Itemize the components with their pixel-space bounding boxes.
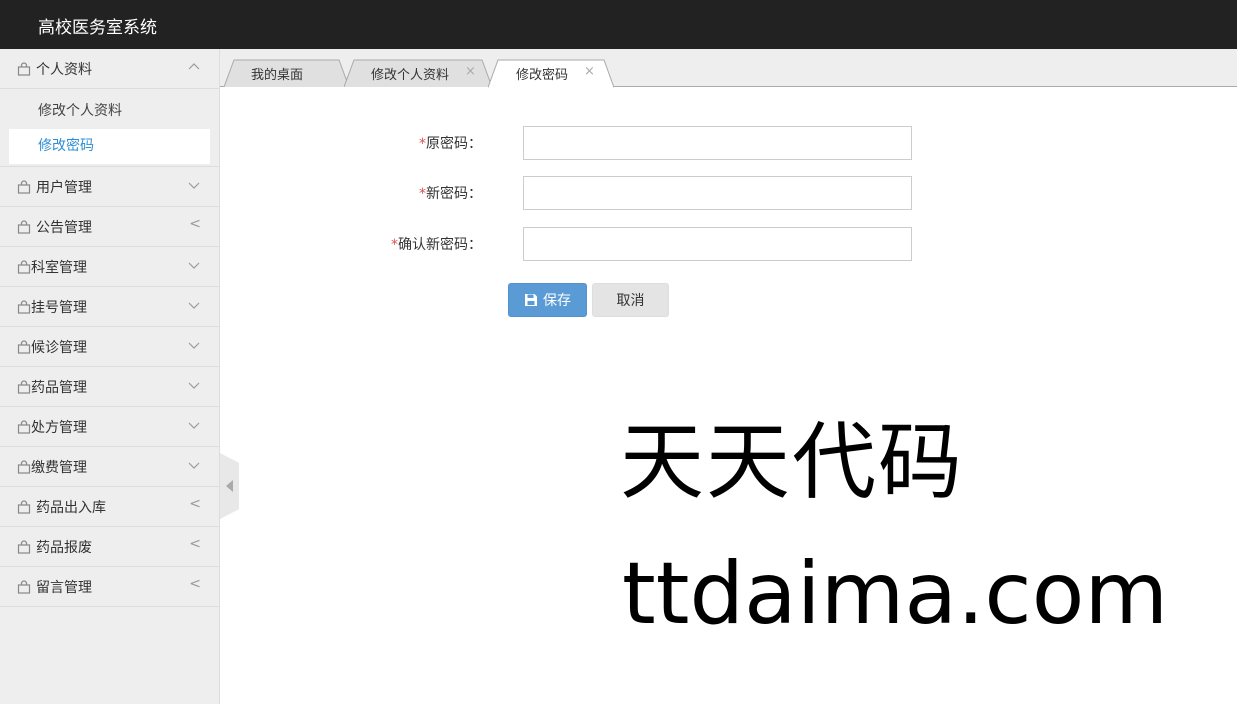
bag-icon [17,340,31,354]
top-bar: 高校医务室系统 [0,0,1237,49]
confirm-password-label: *确认新密码： [391,234,482,254]
sidebar-group-users[interactable]: 用户管理 [0,167,219,207]
sidebar-group-label: 公告管理 [36,220,92,236]
sidebar-group-label: 处方管理 [31,420,87,436]
bag-icon [17,460,31,474]
chevron-down-icon [188,182,200,189]
tab-desktop[interactable]: 我的桌面 [224,59,349,87]
bag-icon [17,580,31,594]
bag-icon [17,540,31,554]
required-mark: * [419,186,426,202]
close-icon[interactable]: × [465,64,476,79]
bag-icon [17,380,31,394]
sidebar-group-departments[interactable]: 科室管理 [0,247,219,287]
app-title: 高校医务室系统 [38,18,157,38]
sidebar-item-change-password[interactable]: 修改密码 [9,129,210,164]
close-icon[interactable]: × [584,64,595,79]
chevron-up-icon [188,63,200,70]
bag-icon [17,300,31,314]
confirm-password-input[interactable] [523,227,912,261]
chevron-left-icon: < [189,216,201,232]
chevron-down-icon [188,382,200,389]
chevron-down-icon [188,262,200,269]
bag-icon [17,220,31,234]
chevron-left-icon: < [189,576,201,592]
sidebar-group-label: 药品出入库 [36,500,106,516]
tab-bar: 我的桌面 修改个人资料 × 修改密码 × [220,49,1237,88]
sidebar-group-waiting[interactable]: 候诊管理 [0,327,219,367]
old-password-label: *原密码： [419,133,482,153]
sidebar-group-medicine[interactable]: 药品管理 [0,367,219,407]
chevron-down-icon [188,422,200,429]
floppy-disk-icon [525,294,537,306]
old-password-input[interactable] [523,126,912,160]
sidebar-group-label: 药品报废 [36,540,92,556]
bag-icon [17,420,31,434]
sidebar-group-label: 候诊管理 [31,340,87,356]
tab-label: 修改个人资料 [371,68,450,83]
bag-icon [17,260,31,274]
required-mark: * [419,136,426,152]
chevron-down-icon [188,342,200,349]
sidebar-group-scrap[interactable]: 药品报废 < [0,527,219,567]
field-label-text: 新密码： [426,186,482,202]
sidebar-group-label: 个人资料 [36,62,92,78]
watermark-url: ttdaima.com [622,544,1169,644]
chevron-left-icon: < [189,536,201,552]
sidebar-group-label: 用户管理 [36,180,92,196]
cancel-button-label: 取消 [616,293,645,309]
cancel-button[interactable]: 取消 [592,283,669,317]
sidebar-group-label: 缴费管理 [31,460,87,476]
sidebar-group-payments[interactable]: 缴费管理 [0,447,219,487]
new-password-label: *新密码： [419,183,482,203]
watermark-text: 天天代码 [620,413,965,511]
sidebar-group-label: 挂号管理 [31,300,87,316]
sidebar-submenu-profile: 修改个人资料 修改密码 [0,89,219,167]
chevron-down-icon [188,462,200,469]
chevron-left-icon: < [189,496,201,512]
sidebar-group-stock[interactable]: 药品出入库 < [0,487,219,527]
sidebar-group-label: 科室管理 [31,260,87,276]
field-label-text: 原密码： [426,136,482,152]
sidebar-group-messages[interactable]: 留言管理 < [0,567,219,607]
required-mark: * [391,237,398,253]
tab-label: 修改密码 [516,68,569,83]
sidebar-group-label: 药品管理 [31,380,87,396]
sidebar-group-profile[interactable]: 个人资料 [0,49,219,89]
sidebar: 个人资料 修改个人资料 修改密码 用户管理 公告管理 < 科室管理 挂号管理 候… [0,49,220,704]
sidebar-group-prescriptions[interactable]: 处方管理 [0,407,219,447]
chevron-down-icon [188,302,200,309]
sidebar-group-notices[interactable]: 公告管理 < [0,207,219,247]
bag-icon [17,180,31,194]
sidebar-group-registration[interactable]: 挂号管理 [0,287,219,327]
field-label-text: 确认新密码： [398,237,482,253]
bag-icon [17,500,31,514]
sidebar-item-edit-profile[interactable]: 修改个人资料 [9,94,210,129]
save-button-label: 保存 [543,293,571,309]
new-password-input[interactable] [523,176,912,210]
bag-icon [17,62,31,76]
tab-change-password[interactable]: 修改密码 × [488,59,614,88]
save-button[interactable]: 保存 [508,283,587,317]
sidebar-group-label: 留言管理 [36,580,92,596]
tab-label: 我的桌面 [251,68,304,83]
tab-edit-profile[interactable]: 修改个人资料 × [344,59,492,87]
